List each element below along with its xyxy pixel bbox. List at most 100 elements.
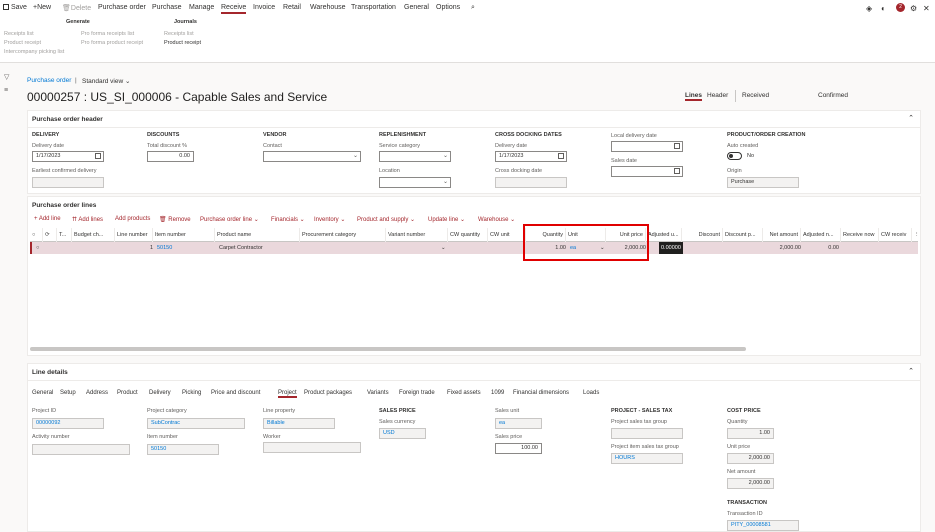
- project-id-input[interactable]: 00000092: [32, 418, 104, 429]
- earliest-delivery-input[interactable]: [32, 177, 104, 188]
- col-discount-percent[interactable]: Discount p...: [723, 228, 763, 242]
- financials-menu[interactable]: Financials ⌄: [271, 216, 305, 223]
- calendar-icon[interactable]: [95, 153, 101, 159]
- tab-header[interactable]: Header: [707, 92, 728, 99]
- settings-icon[interactable]: ⚙: [910, 4, 917, 13]
- inventory-menu[interactable]: Inventory ⌄: [314, 216, 345, 223]
- delete-button[interactable]: 🗑Delete: [62, 4, 91, 12]
- tab-product[interactable]: Product: [117, 390, 138, 396]
- tab-financial-dimensions[interactable]: Financial dimensions: [513, 390, 569, 396]
- tab-picking[interactable]: Picking: [182, 390, 201, 396]
- col-cw-receive[interactable]: CW receiv: [879, 228, 912, 242]
- activity-input[interactable]: [32, 444, 130, 455]
- breadcrumb-purchase-order[interactable]: Purchase order: [27, 77, 71, 84]
- auto-created-toggle[interactable]: [727, 152, 742, 160]
- update-line-menu[interactable]: Update line ⌄: [428, 216, 465, 223]
- col-type[interactable]: T...: [57, 228, 72, 242]
- origin-input[interactable]: Purchase: [727, 177, 799, 188]
- link-product-receipt[interactable]: Product receipt: [4, 40, 41, 46]
- view-selector[interactable]: Standard view ⌄: [82, 77, 130, 85]
- section-title[interactable]: Purchase order lines: [32, 202, 96, 209]
- tab-transportation[interactable]: Transportation: [351, 4, 396, 11]
- contact-select[interactable]: ⌄: [263, 151, 361, 162]
- chevron-up-icon[interactable]: ⌃: [908, 367, 914, 375]
- warehouse-menu[interactable]: Warehouse ⌄: [478, 216, 515, 223]
- cross-docking-date-input[interactable]: [495, 177, 567, 188]
- item-number-input[interactable]: 50150: [147, 444, 219, 455]
- col-discount[interactable]: Discount: [682, 228, 723, 242]
- tab-variants[interactable]: Variants: [367, 390, 389, 396]
- col-item-number[interactable]: Item number: [153, 228, 215, 242]
- sales-date-input[interactable]: [611, 166, 683, 177]
- link-receipts-list[interactable]: Receipts list: [4, 31, 34, 37]
- office-icon[interactable]: ◐: [881, 4, 886, 13]
- tab-delivery[interactable]: Delivery: [149, 390, 171, 396]
- more-columns-icon[interactable]: ⋮: [912, 228, 918, 242]
- notification-badge[interactable]: 2: [896, 3, 905, 12]
- add-line-button[interactable]: + Add line: [34, 216, 61, 222]
- tab-receive[interactable]: Receive: [221, 4, 247, 14]
- tab-1099[interactable]: 1099: [491, 390, 504, 396]
- col-line-number[interactable]: Line number: [115, 228, 153, 242]
- cost-quantity-input[interactable]: 1.00: [727, 428, 774, 439]
- sales-unit-input[interactable]: ea: [495, 418, 542, 429]
- sales-price-input[interactable]: 100.00: [495, 443, 542, 454]
- link-journal-receipts-list[interactable]: Receipts list: [164, 31, 194, 37]
- section-title[interactable]: Purchase order header: [32, 116, 103, 123]
- link-journal-product-receipt[interactable]: Product receipt: [164, 40, 201, 46]
- tab-purchase[interactable]: Purchase: [152, 4, 182, 11]
- col-product-name[interactable]: Product name: [215, 228, 300, 242]
- tab-purchase-order[interactable]: Purchase order: [98, 4, 146, 11]
- tab-warehouse[interactable]: Warehouse: [310, 4, 346, 11]
- close-icon[interactable]: ✕: [923, 4, 930, 13]
- tab-price-discount[interactable]: Price and discount: [211, 390, 260, 396]
- tab-general[interactable]: General: [32, 390, 53, 396]
- worker-input[interactable]: [263, 442, 361, 453]
- cost-unit-price-input[interactable]: 2,000.00: [727, 453, 774, 464]
- calendar-icon[interactable]: [674, 143, 680, 149]
- project-tax-group-input[interactable]: [611, 428, 683, 439]
- add-products-button[interactable]: Add products: [115, 216, 150, 222]
- link-proforma-receipts[interactable]: Pro forma receipts list: [81, 31, 134, 37]
- project-category-input[interactable]: SubContrac: [147, 418, 245, 429]
- tab-foreign-trade[interactable]: Foreign trade: [399, 390, 435, 396]
- tab-setup[interactable]: Setup: [60, 390, 76, 396]
- save-button[interactable]: Save: [3, 4, 27, 11]
- link-proforma-product-receipt[interactable]: Pro forma product receipt: [81, 40, 143, 46]
- line-property-input[interactable]: Billable: [263, 418, 335, 429]
- add-lines-button[interactable]: ⇈ Add lines: [72, 216, 103, 223]
- tab-lines[interactable]: Lines: [685, 92, 702, 101]
- col-cw-unit[interactable]: CW unit: [488, 228, 526, 242]
- local-delivery-input[interactable]: [611, 141, 683, 152]
- product-supply-menu[interactable]: Product and supply ⌄: [357, 216, 415, 223]
- tab-general[interactable]: General: [404, 4, 429, 11]
- col-receive-now[interactable]: Receive now: [841, 228, 879, 242]
- tab-loads[interactable]: Loads: [583, 390, 599, 396]
- col-cw-quantity[interactable]: CW quantity: [448, 228, 488, 242]
- calendar-icon[interactable]: [674, 168, 680, 174]
- horizontal-scrollbar[interactable]: [30, 347, 746, 351]
- link-intercompany-picking[interactable]: Intercompany picking list: [4, 49, 64, 55]
- cost-net-amount-input[interactable]: 2,000.00: [727, 478, 774, 489]
- tab-options[interactable]: Options: [436, 4, 460, 11]
- chevron-up-icon[interactable]: ⌃: [908, 114, 914, 122]
- search-icon[interactable]: ⌕: [471, 4, 475, 12]
- tab-retail[interactable]: Retail: [283, 4, 301, 11]
- row-radio[interactable]: ○: [34, 242, 45, 254]
- col-net-amount[interactable]: Net amount: [763, 228, 801, 242]
- cell-adjusted-unit[interactable]: 0.00000: [659, 242, 683, 254]
- tab-manage[interactable]: Manage: [189, 4, 214, 11]
- tab-fixed-assets[interactable]: Fixed assets: [447, 390, 481, 396]
- remove-button[interactable]: 🗑 Remove: [159, 216, 191, 223]
- new-button[interactable]: +New: [33, 4, 51, 11]
- col-adjusted-unit[interactable]: Adjusted u...: [646, 228, 682, 242]
- cd-delivery-date-input[interactable]: 1/17/2023: [495, 151, 567, 162]
- table-row[interactable]: ○ 1 50150 Carpet Contractor ⌄ 1.00 ea ⌄ …: [30, 242, 918, 254]
- refresh-icon[interactable]: ⟳: [43, 228, 57, 242]
- tab-product-packages[interactable]: Product packages: [304, 390, 352, 396]
- col-budget-check[interactable]: Budget ch...: [72, 228, 115, 242]
- diamond-icon[interactable]: ◈: [866, 4, 872, 13]
- item-tax-group-input[interactable]: HOURS: [611, 453, 683, 464]
- transaction-id-input[interactable]: PITY_00008581: [727, 520, 799, 531]
- col-variant-number[interactable]: Variant number: [386, 228, 448, 242]
